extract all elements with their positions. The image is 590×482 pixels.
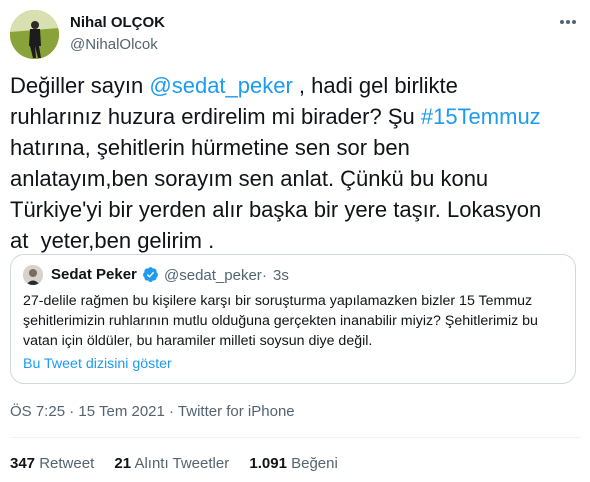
quoted-author-avatar [23,265,43,285]
meta-separator: · [65,403,79,420]
author-avatar[interactable] [10,10,59,59]
quoted-timestamp[interactable]: 3s [273,267,289,284]
mention-link[interactable]: @sedat_peker [149,73,292,98]
tweet-text: Değiller sayın @sedat_peker , hadi gel b… [10,70,578,256]
author-handle[interactable]: @NihalOlcok [70,36,158,53]
quote-label: Alıntı Tweetler [134,455,230,472]
meta-separator: · [164,403,178,420]
verified-badge-icon [143,267,158,282]
quoted-separator: · [262,267,267,284]
tweet-date[interactable]: 15 Tem 2021 [78,403,164,420]
more-horizontal-icon[interactable] [558,12,578,32]
tweet-time[interactable]: ÖS 7:25 [10,403,65,420]
tweet-header: Nihal OLÇOK @NihalOlcok [10,10,580,60]
quoted-author-name: Sedat Peker [51,266,137,283]
tweet-text-part: hatırına, şehitlerin hürmetine sen sor b… [10,135,542,253]
hashtag-link[interactable]: #15Temmuz [421,104,541,129]
like-label: Beğeni [291,455,338,472]
quoted-author-handle: @sedat_peker [164,267,262,284]
quote-tweets-stat[interactable]: 21 Alıntı Tweetler [114,455,229,472]
quoted-tweet[interactable]: Sedat Peker @sedat_peker · 3s 27-delile … [10,254,576,384]
retweet-stat[interactable]: 347 Retweet [10,455,94,472]
like-count: 1.091 [249,455,287,472]
tweet-meta: ÖS 7:25 · 15 Tem 2021 · Twitter for iPho… [10,403,295,420]
show-thread-link[interactable]: Bu Tweet dizisini göster [23,356,172,372]
divider [10,437,580,438]
author-name[interactable]: Nihal OLÇOK [70,14,165,31]
quote-count: 21 [114,455,132,472]
tweet-stats: 347 Retweet 21 Alıntı Tweetler 1.091 Beğ… [10,455,354,472]
tweet-text-part: Değiller sayın [10,73,150,98]
tweet-source[interactable]: Twitter for iPhone [178,403,295,420]
quoted-text: 27-delile rağmen bu kişilere karşı bir s… [23,293,538,349]
likes-stat[interactable]: 1.091 Beğeni [249,455,337,472]
retweet-label: Retweet [39,455,95,472]
retweet-count: 347 [10,455,36,472]
